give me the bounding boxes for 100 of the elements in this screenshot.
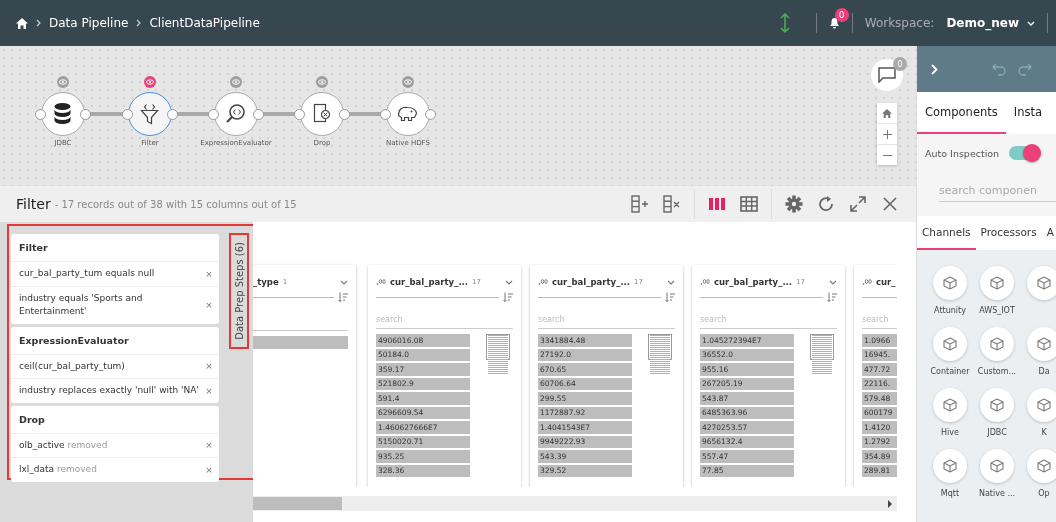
cube-icon	[943, 337, 957, 351]
component-label: K	[1041, 428, 1047, 438]
category-tab[interactable]: A	[1041, 216, 1056, 250]
port-handle[interactable]	[253, 109, 264, 120]
comment-count-badge: 0	[893, 57, 907, 71]
port-handle[interactable]	[122, 109, 133, 120]
decimal-type-icon	[538, 278, 548, 286]
remove-column-button[interactable]	[662, 194, 682, 214]
column-name: cur_bal_party_...	[552, 277, 631, 287]
component-button[interactable]	[980, 449, 1014, 483]
pipeline-node[interactable]	[214, 92, 258, 136]
port-handle[interactable]	[208, 109, 219, 120]
panel-tab[interactable]: Insta	[1005, 92, 1050, 134]
component-button[interactable]	[980, 327, 1014, 361]
port-handle[interactable]	[35, 109, 46, 120]
remove-step-button[interactable]: ×	[203, 299, 215, 311]
scroll-right-arrow-icon[interactable]	[887, 499, 893, 508]
caret-icon	[1027, 20, 1035, 26]
settings-button[interactable]	[784, 194, 804, 214]
component-button[interactable]	[933, 388, 967, 422]
pipeline-node[interactable]	[386, 92, 430, 136]
pipeline-node[interactable]	[41, 92, 85, 136]
sort-icon[interactable]	[665, 292, 675, 302]
component-button[interactable]	[980, 266, 1014, 300]
breadcrumb-link[interactable]: Data Pipeline	[49, 16, 129, 30]
remove-step-button[interactable]: ×	[203, 360, 215, 373]
cube-icon	[943, 276, 957, 290]
component-search-field[interactable]: search componen	[939, 180, 1056, 202]
chevron-down-icon[interactable]	[829, 279, 837, 285]
column-name: cur_bal_party_...	[714, 277, 793, 287]
chevron-down-icon[interactable]	[340, 279, 348, 285]
histogram-drawing	[486, 334, 510, 376]
bell-icon[interactable]	[828, 17, 840, 29]
port-handle[interactable]	[80, 109, 91, 120]
component-label: Attunity	[934, 306, 966, 316]
home-button[interactable]	[877, 103, 897, 123]
plus-icon	[882, 129, 892, 139]
remove-step-button[interactable]: ×	[203, 439, 215, 452]
component-button[interactable]	[933, 327, 967, 361]
step-text: industry equals 'Sports and Entertainment'	[19, 291, 144, 318]
port-handle[interactable]	[339, 109, 350, 120]
column-name: cur_bal_party_...	[390, 277, 469, 287]
cube-icon	[1037, 276, 1051, 290]
cube-icon	[943, 398, 957, 412]
expand-button[interactable]	[848, 194, 868, 214]
eye-icon[interactable]	[402, 76, 414, 88]
eye-icon[interactable]	[316, 76, 328, 88]
home-icon	[882, 108, 892, 118]
pipeline-node[interactable]	[300, 92, 344, 136]
refresh-button[interactable]	[816, 194, 836, 214]
component-label: Custom...	[977, 367, 1017, 377]
sort-icon[interactable]	[827, 292, 837, 302]
component-button[interactable]	[1027, 327, 1056, 361]
port-handle[interactable]	[167, 109, 178, 120]
remove-step-button[interactable]: ×	[203, 267, 215, 280]
sort-icon[interactable]	[338, 292, 348, 302]
add-column-button[interactable]	[630, 194, 650, 214]
port-handle[interactable]	[294, 109, 305, 120]
zoom-out-button[interactable]	[877, 145, 897, 165]
component-button[interactable]	[1027, 388, 1056, 422]
undo-icon[interactable]	[992, 62, 1006, 76]
cube-icon	[1037, 459, 1051, 473]
component-button[interactable]	[1027, 449, 1056, 483]
panel-tab[interactable]: Components	[917, 92, 1006, 134]
workspace-label: Workspace:	[864, 16, 935, 30]
data-prep-steps-tab[interactable]: Data Prep Steps (6)	[229, 233, 249, 349]
column-name: _type	[253, 277, 279, 287]
component-button[interactable]	[980, 388, 1014, 422]
grid-view-button[interactable]	[739, 194, 759, 214]
chevron-icon	[36, 19, 41, 27]
scrollbar-thumb[interactable]	[253, 497, 342, 510]
breadcrumb-link[interactable]: ClientDataPipeline	[149, 16, 260, 30]
sort-icon[interactable]	[503, 292, 513, 302]
cube-icon	[990, 276, 1004, 290]
eye-icon[interactable]	[144, 76, 156, 88]
remove-step-button[interactable]: ×	[203, 384, 215, 397]
chevron-down-icon[interactable]	[667, 279, 675, 285]
category-tab[interactable]: Processors	[975, 216, 1042, 250]
chevron-right-icon[interactable]	[931, 63, 938, 75]
port-handle[interactable]	[425, 109, 436, 120]
workspace-dropdown[interactable]: Demo_new	[946, 16, 1035, 30]
zoom-in-button[interactable]	[877, 124, 897, 144]
comment-button[interactable]	[871, 59, 903, 91]
home-icon[interactable]	[16, 17, 28, 29]
chevron-down-icon[interactable]	[505, 279, 513, 285]
component-button[interactable]	[1027, 266, 1056, 300]
eye-icon[interactable]	[57, 76, 69, 88]
component-button[interactable]	[933, 449, 967, 483]
auto-inspection-toggle[interactable]	[1009, 146, 1038, 160]
eye-icon[interactable]	[230, 76, 242, 88]
cube-icon	[990, 337, 1004, 351]
histogram-drawing	[648, 334, 672, 376]
comment-icon	[878, 67, 896, 83]
component-button[interactable]	[933, 266, 967, 300]
decimal-type-icon	[700, 278, 710, 286]
remove-step-button[interactable]: ×	[203, 463, 215, 476]
port-handle[interactable]	[380, 109, 391, 120]
redo-icon[interactable]	[1018, 62, 1032, 76]
up-down-arrow-icon[interactable]	[779, 13, 790, 33]
pipeline-node[interactable]	[128, 92, 172, 136]
